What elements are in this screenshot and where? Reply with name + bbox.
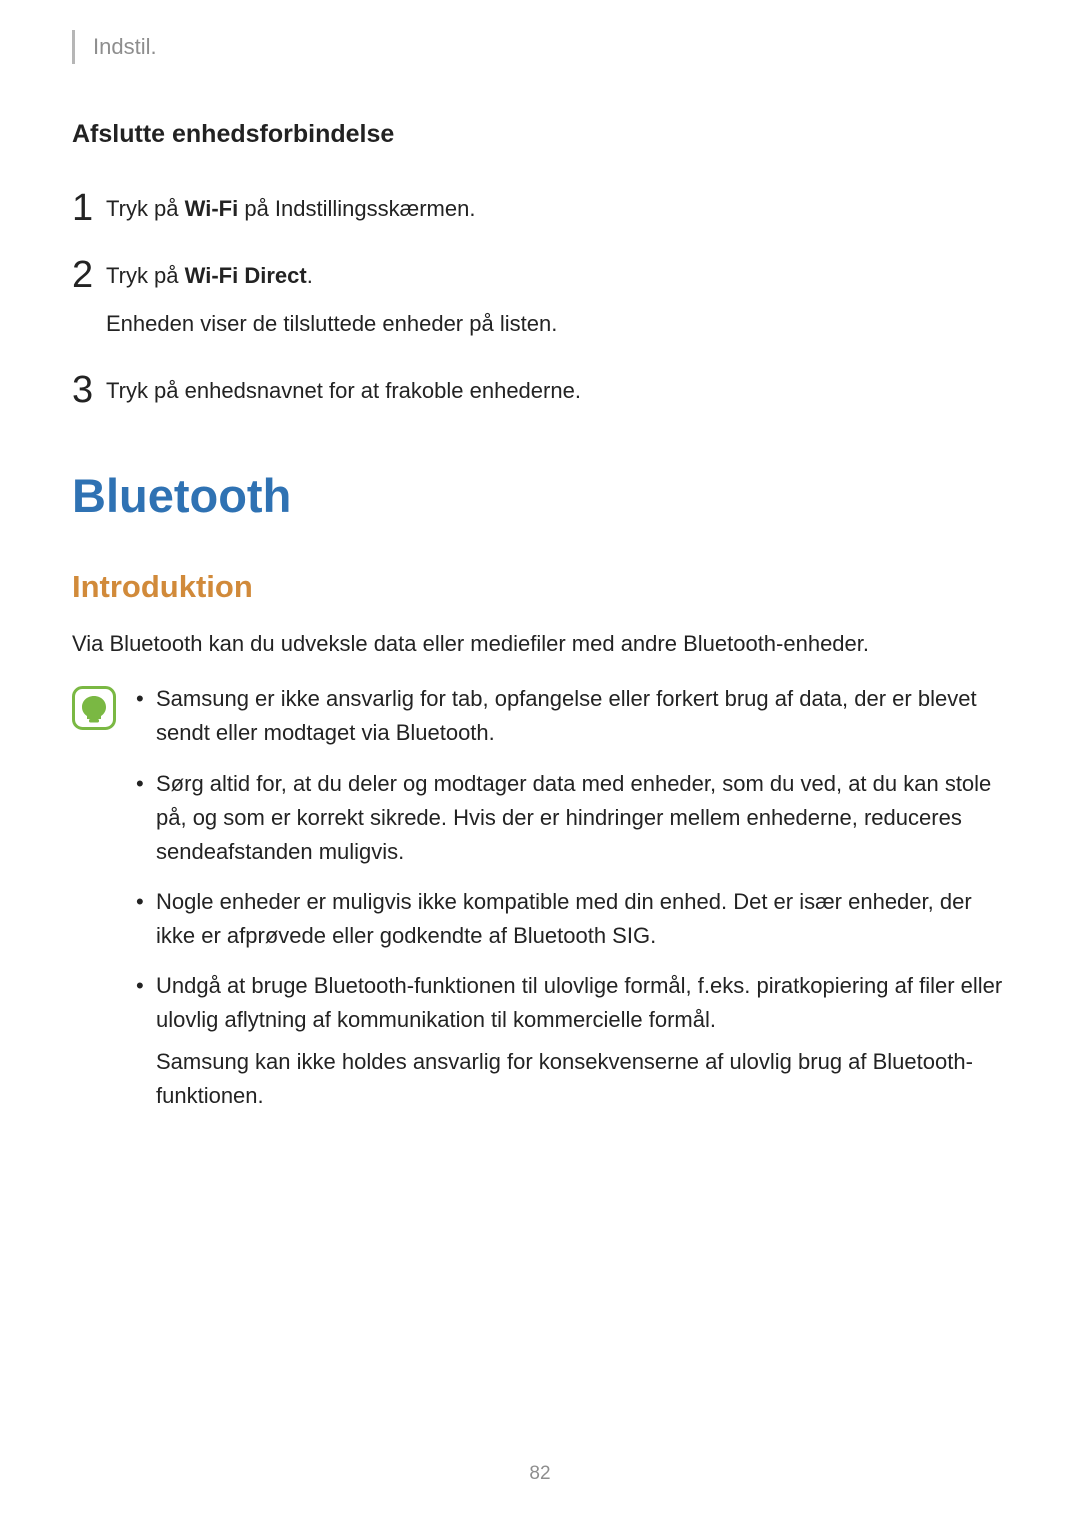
step-number: 1 <box>72 189 106 227</box>
note-item: • Undgå at bruge Bluetooth-funktionen ti… <box>136 969 1008 1113</box>
step-text: Tryk på Wi-Fi Direct. <box>106 263 313 288</box>
note-text: Samsung er ikke ansvarlig for tab, opfan… <box>156 682 1008 750</box>
step-pre: Tryk på <box>106 196 185 221</box>
step-post: Tryk på enhedsnavnet for at frakoble enh… <box>106 378 581 403</box>
step-subtext: Enheden viser de tilsluttede enheder på … <box>106 307 557 341</box>
page-number: 82 <box>0 1463 1080 1485</box>
bullet-icon: • <box>136 885 156 919</box>
header-breadcrumb: Indstil. <box>93 34 157 60</box>
step-bold: Wi-Fi Direct <box>185 263 307 288</box>
note-text: Undgå at bruge Bluetooth-funktionen til … <box>156 969 1008 1037</box>
bullet-icon: • <box>136 682 156 716</box>
bullet-icon: • <box>136 767 156 801</box>
note-item: • Sørg altid for, at du deler og modtage… <box>136 767 1008 869</box>
step-item: 2 Tryk på Wi-Fi Direct. Enheden viser de… <box>72 252 1008 341</box>
step-number: 3 <box>72 371 106 409</box>
step-post: på Indstillingsskærmen. <box>238 196 475 221</box>
section-heading: Introduktion <box>72 569 1008 605</box>
steps-list: 1 Tryk på Wi-Fi på Indstillingsskærmen. … <box>72 185 1008 408</box>
section-subheading: Afslutte enhedsforbindelse <box>72 120 1008 149</box>
note-text: Sørg altid for, at du deler og modtager … <box>156 767 1008 869</box>
step-item: 3 Tryk på enhedsnavnet for at frakoble e… <box>72 367 1008 408</box>
note-item: • Samsung er ikke ansvarlig for tab, opf… <box>136 682 1008 750</box>
note-text: Nogle enheder er muligvis ikke kompatibl… <box>156 885 1008 953</box>
step-bold: Wi-Fi <box>185 196 239 221</box>
intro-paragraph: Via Bluetooth kan du udveksle data eller… <box>72 627 1008 660</box>
step-number: 2 <box>72 256 106 294</box>
bullet-icon: • <box>136 969 156 1003</box>
note-block: • Samsung er ikke ansvarlig for tab, opf… <box>72 682 1008 1129</box>
header-divider <box>72 30 75 64</box>
note-item: • Nogle enheder er muligvis ikke kompati… <box>136 885 1008 953</box>
page-header: Indstil. <box>72 30 1008 64</box>
step-text: Tryk på Wi-Fi på Indstillingsskærmen. <box>106 196 475 221</box>
document-page: Indstil. Afslutte enhedsforbindelse 1 Tr… <box>0 0 1080 1527</box>
chapter-heading: Bluetooth <box>72 468 1008 523</box>
step-pre: Tryk på <box>106 263 185 288</box>
note-list: • Samsung er ikke ansvarlig for tab, opf… <box>136 682 1008 1129</box>
step-text: Tryk på enhedsnavnet for at frakoble enh… <box>106 378 581 403</box>
step-post: . <box>307 263 313 288</box>
note-text-extra: Samsung kan ikke holdes ansvarlig for ko… <box>156 1045 1008 1113</box>
note-icon <box>72 686 116 730</box>
step-item: 1 Tryk på Wi-Fi på Indstillingsskærmen. <box>72 185 1008 226</box>
